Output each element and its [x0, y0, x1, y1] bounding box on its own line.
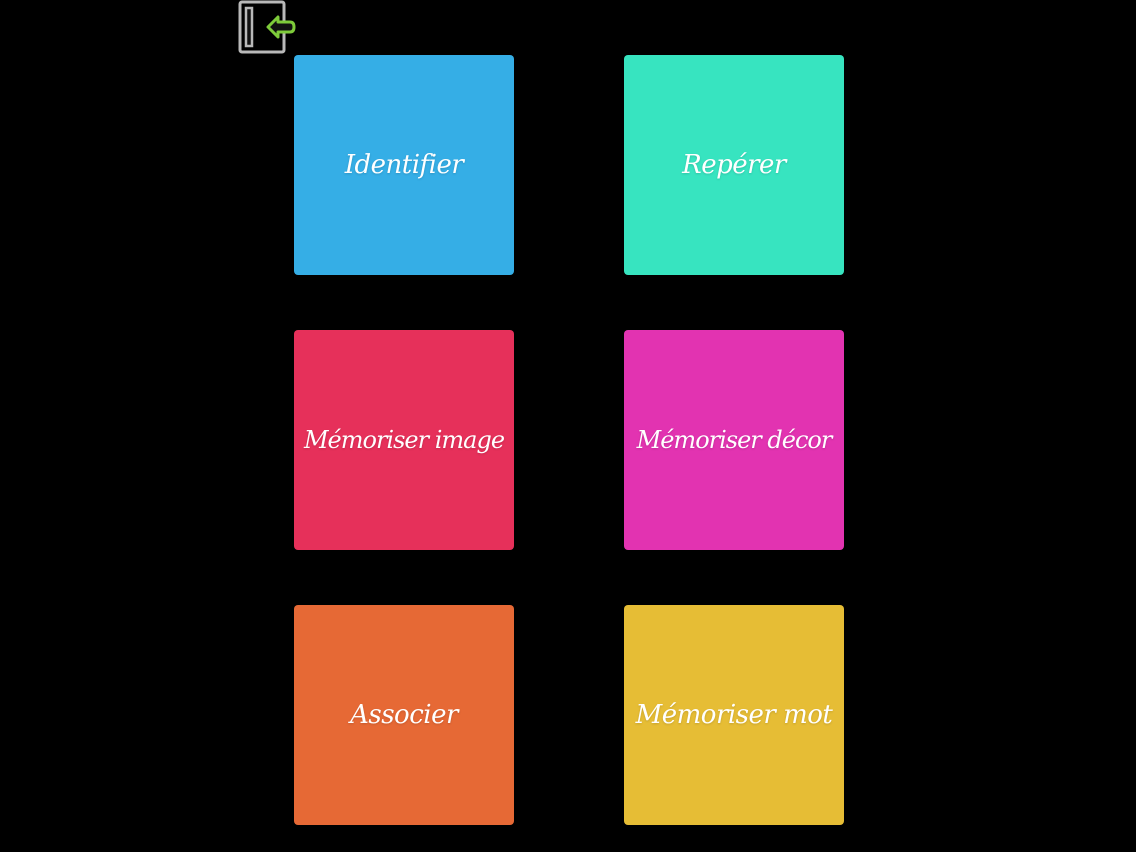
- tile-memoriser-image[interactable]: Mémoriser image: [294, 330, 514, 550]
- tile-label: Identifier: [344, 150, 464, 180]
- tile-memoriser-mot[interactable]: Mémoriser mot: [624, 605, 844, 825]
- tile-memoriser-decor[interactable]: Mémoriser décor: [624, 330, 844, 550]
- tile-reperer[interactable]: Repérer: [624, 55, 844, 275]
- tile-label: Mémoriser décor: [636, 426, 833, 454]
- tile-label: Repérer: [682, 150, 786, 180]
- tile-identifier[interactable]: Identifier: [294, 55, 514, 275]
- tile-label: Mémoriser mot: [635, 700, 833, 730]
- tile-label: Mémoriser image: [303, 426, 505, 454]
- exit-door-arrow-icon: [238, 0, 296, 54]
- exit-button[interactable]: [238, 0, 296, 56]
- tile-label: Associer: [350, 700, 458, 730]
- tile-associer[interactable]: Associer: [294, 605, 514, 825]
